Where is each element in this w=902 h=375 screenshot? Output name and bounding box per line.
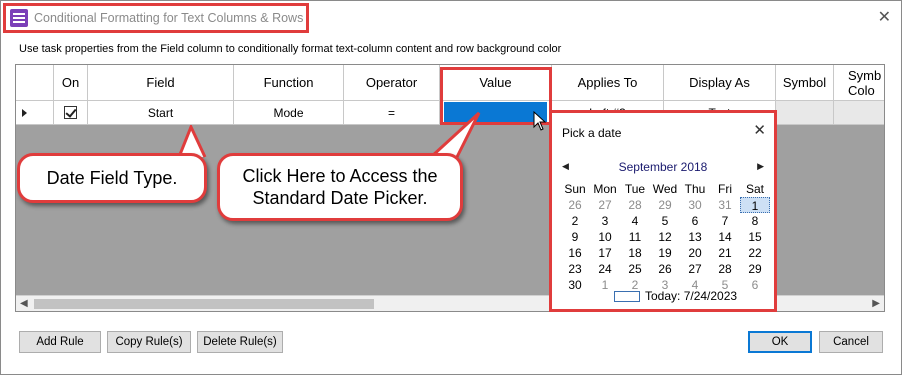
column-header-on[interactable]: On bbox=[54, 65, 88, 101]
add-rule-button[interactable]: Add Rule bbox=[19, 331, 101, 353]
row-pointer-icon bbox=[22, 108, 27, 117]
callout-right-tail bbox=[429, 111, 481, 159]
row-header-corner bbox=[16, 65, 54, 101]
weekday-label: Sun bbox=[564, 182, 586, 196]
calendar-day[interactable]: 11 bbox=[620, 229, 650, 245]
mouse-cursor-icon bbox=[533, 111, 547, 131]
title-bar: Conditional Formatting for Text Columns … bbox=[3, 3, 309, 33]
calendar-day[interactable]: 8 bbox=[740, 213, 770, 229]
calendar-day[interactable]: 31 bbox=[710, 197, 740, 213]
calendar-weeks: 26 27 28 29 30 31 1 2 3 4 5 6 7 8 9 10 11 12 13 14 15 16 17 18 1… bbox=[560, 197, 770, 293]
cell-symbol[interactable] bbox=[776, 101, 834, 125]
column-header-symbol[interactable]: Symbol bbox=[776, 65, 834, 101]
calendar-day[interactable]: 26 bbox=[560, 197, 590, 213]
callout-date-picker: Click Here to Access the Standard Date P… bbox=[217, 153, 463, 221]
scrollbar-thumb[interactable] bbox=[34, 299, 374, 309]
date-picker-popup: Pick a date ✕ ◀ September 2018 ▶ Sun Mon… bbox=[549, 110, 777, 312]
month-label: September 2018 bbox=[618, 160, 708, 174]
cancel-button[interactable]: Cancel bbox=[819, 331, 883, 353]
calendar-day[interactable]: 6 bbox=[680, 213, 710, 229]
copy-rules-button[interactable]: Copy Rule(s) bbox=[107, 331, 191, 353]
calendar-day[interactable]: 26 bbox=[650, 261, 680, 277]
column-header-applies-to[interactable]: Applies To bbox=[552, 65, 664, 101]
calendar-day[interactable]: 12 bbox=[650, 229, 680, 245]
calendar-week-row: 9 10 11 12 13 14 15 bbox=[560, 229, 770, 245]
calendar-day[interactable]: 24 bbox=[590, 261, 620, 277]
close-icon[interactable]: ✕ bbox=[878, 7, 891, 26]
instructions-text: Use task properties from the Field colum… bbox=[19, 43, 562, 55]
calendar-day[interactable]: 27 bbox=[680, 261, 710, 277]
calendar-day[interactable]: 17 bbox=[590, 245, 620, 261]
calendar-day[interactable]: 15 bbox=[740, 229, 770, 245]
delete-rules-button[interactable]: Delete Rule(s) bbox=[197, 331, 283, 353]
date-picker-title: Pick a date bbox=[562, 126, 622, 140]
next-month-icon[interactable]: ▶ bbox=[757, 161, 764, 172]
calendar-day[interactable]: 2 bbox=[560, 213, 590, 229]
scroll-left-icon[interactable]: ◀ bbox=[20, 298, 28, 309]
calendar-day[interactable]: 25 bbox=[620, 261, 650, 277]
calendar-day[interactable]: 30 bbox=[680, 197, 710, 213]
app-icon bbox=[10, 9, 28, 27]
calendar-day[interactable]: 10 bbox=[590, 229, 620, 245]
calendar-day[interactable]: 20 bbox=[680, 245, 710, 261]
calendar-grid: Sun Mon Tue Wed Thu Fri Sat 26 27 28 29 30 31… bbox=[560, 181, 770, 293]
calendar-week-row: 2345678 bbox=[560, 213, 770, 229]
calendar-day[interactable]: 23 bbox=[560, 261, 590, 277]
calendar-week-row: 16 17 18 19 20 21 22 bbox=[560, 245, 770, 261]
scroll-right-icon[interactable]: ▶ bbox=[872, 298, 880, 309]
calendar-week-row: 26 27 28 29 30 31 1 bbox=[560, 197, 770, 213]
on-checkbox[interactable] bbox=[64, 106, 77, 119]
today-label[interactable]: Today: 7/24/2023 bbox=[645, 289, 737, 303]
calendar-day[interactable]: 21 bbox=[710, 245, 740, 261]
calendar-day[interactable]: 28 bbox=[710, 261, 740, 277]
calendar-day[interactable]: 27 bbox=[590, 197, 620, 213]
calendar-day[interactable]: 16 bbox=[560, 245, 590, 261]
callout-right-line1: Click Here to Access the bbox=[242, 166, 438, 186]
calendar-day[interactable]: 22 bbox=[740, 245, 770, 261]
weekday-label: Sat bbox=[745, 182, 764, 196]
calendar-day[interactable]: 6 bbox=[740, 277, 770, 293]
window-title: Conditional Formatting for Text Columns … bbox=[34, 11, 304, 25]
calendar-day[interactable]: 9 bbox=[560, 229, 590, 245]
calendar-day[interactable]: 18 bbox=[620, 245, 650, 261]
column-header-field[interactable]: Field bbox=[88, 65, 234, 101]
callout-right-line2: Standard Date Picker. bbox=[252, 188, 428, 208]
calendar-day[interactable]: 14 bbox=[710, 229, 740, 245]
cell-symbol-color[interactable] bbox=[834, 101, 884, 125]
row-selector[interactable] bbox=[16, 101, 54, 125]
weekday-header-row: Sun Mon Tue Wed Thu Fri Sat bbox=[560, 181, 770, 197]
column-header-symbol-color[interactable]: Symb Colo bbox=[834, 65, 884, 101]
today-marker-icon bbox=[614, 290, 640, 302]
calendar-day[interactable]: 19 bbox=[650, 245, 680, 261]
weekday-label: Mon bbox=[593, 182, 617, 196]
calendar-day[interactable]: 29 bbox=[650, 197, 680, 213]
weekday-label: Tue bbox=[624, 182, 646, 196]
date-picker-close-icon[interactable]: ✕ bbox=[753, 121, 766, 139]
column-header-display-as[interactable]: Display As bbox=[664, 65, 776, 101]
dialog-window: Conditional Formatting for Text Columns … bbox=[0, 0, 902, 375]
calendar-day[interactable]: 28 bbox=[620, 197, 650, 213]
cell-on[interactable] bbox=[54, 101, 88, 125]
weekday-label: Wed bbox=[652, 182, 678, 196]
calendar-day[interactable]: 13 bbox=[680, 229, 710, 245]
calendar-day[interactable]: 4 bbox=[620, 213, 650, 229]
calendar-day-selected[interactable]: 1 bbox=[740, 197, 770, 213]
calendar-week-row: 23 24 25 26 27 28 29 bbox=[560, 261, 770, 277]
weekday-label: Thu bbox=[684, 182, 706, 196]
callout-date-field-type: Date Field Type. bbox=[17, 153, 207, 203]
calendar-day[interactable]: 3 bbox=[590, 213, 620, 229]
calendar-day[interactable]: 5 bbox=[650, 213, 680, 229]
cell-function[interactable]: Mode bbox=[234, 101, 344, 125]
callout-left-text: Date Field Type. bbox=[46, 168, 178, 188]
weekday-label: Fri bbox=[718, 182, 732, 196]
today-link[interactable]: Today: 7/24/2023 bbox=[614, 289, 737, 303]
cell-field[interactable]: Start bbox=[88, 101, 234, 125]
column-header-function[interactable]: Function bbox=[234, 65, 344, 101]
calendar-day[interactable]: 29 bbox=[740, 261, 770, 277]
column-header-operator[interactable]: Operator bbox=[344, 65, 440, 101]
calendar-day[interactable]: 7 bbox=[710, 213, 740, 229]
ok-button[interactable]: OK bbox=[748, 331, 812, 353]
calendar-day[interactable]: 30 bbox=[560, 277, 590, 293]
